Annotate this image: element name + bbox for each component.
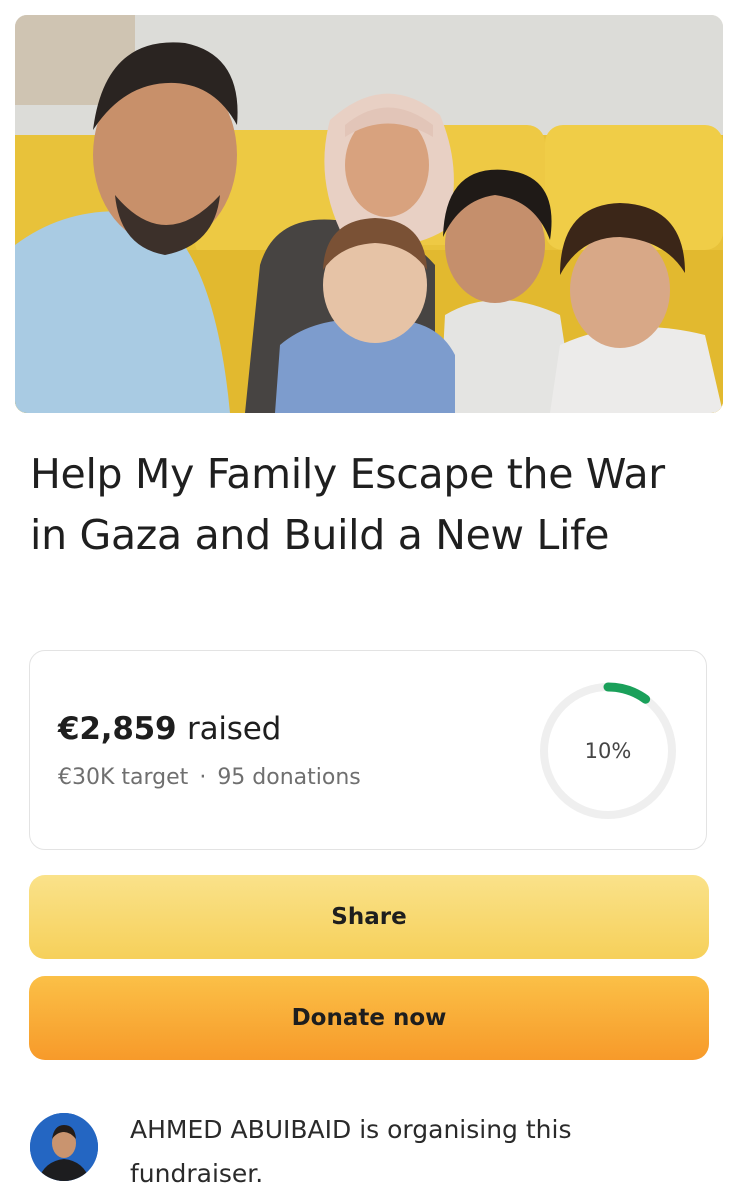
- organiser-avatar[interactable]: [30, 1113, 98, 1181]
- organiser-text: AHMED ABUIBAID is organising this fundra…: [130, 1115, 572, 1188]
- campaign-photo[interactable]: [15, 15, 723, 413]
- donate-now-button[interactable]: Donate now: [29, 976, 709, 1060]
- progress-card: €2,859 raised €30K target · 95 donations 1…: [29, 650, 707, 850]
- fundraiser-page: Help My Family Escape the War in Gaza an…: [0, 0, 738, 1200]
- raised-word: raised: [187, 711, 282, 747]
- raised-summary: €2,859 raised: [58, 711, 281, 747]
- meta-separator: ·: [199, 765, 207, 790]
- progress-meta: €30K target · 95 donations: [58, 765, 361, 790]
- target-amount: €30K target: [58, 765, 189, 790]
- campaign-title: Help My Family Escape the War in Gaza an…: [30, 450, 665, 559]
- avatar-portrait: [30, 1113, 98, 1181]
- organiser-row: AHMED ABUIBAID is organising this fundra…: [30, 1108, 720, 1198]
- share-button[interactable]: Share: [29, 875, 709, 959]
- progress-ring: 10%: [536, 679, 680, 823]
- donation-count[interactable]: 95 donations: [217, 765, 360, 790]
- progress-percent: 10%: [584, 739, 632, 763]
- family-photo-illustration: [15, 15, 723, 413]
- raised-amount: €2,859: [58, 711, 177, 747]
